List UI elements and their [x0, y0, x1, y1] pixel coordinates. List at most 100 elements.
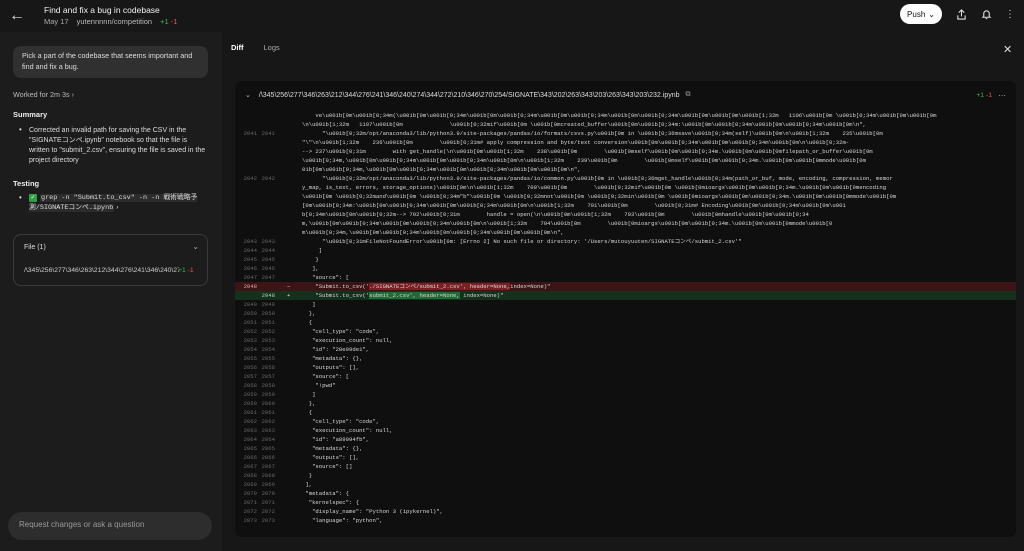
copy-icon[interactable]: ⧉ [686, 91, 691, 99]
close-icon[interactable]: ✕ [1003, 43, 1012, 56]
line-text: ] [302, 391, 316, 398]
file-card[interactable]: File (1) ⌄ /\345\256\277\346\263\212\344… [13, 234, 208, 286]
testing-bullet: • [19, 193, 22, 202]
changed-text-highlight: submit_2.csv', header=None, [369, 292, 460, 299]
file-card-counts: +1 -1 [178, 267, 194, 274]
line-text: 01b[0m\u001b[0;34m,\u001b[0m\u001b[0;34m… [302, 166, 581, 173]
file-card-name[interactable]: /\345\256\277\346\263\212\344\276\241\34… [24, 267, 179, 274]
diff-line: 2047 2047 "source": [ [235, 273, 1016, 282]
old-line-number: 2071 [243, 499, 257, 506]
diff-line: "\"\n\u001b[1;32m 236\u001b[0m \u001b[0;… [235, 138, 1016, 147]
new-line-number: 2069 [261, 481, 275, 488]
user-prompt: Pick a part of the codebase that seems i… [13, 46, 208, 78]
new-line-number: 2062 [261, 418, 275, 425]
new-line-number: 2056 [261, 364, 275, 371]
old-line-number: 2067 [243, 463, 257, 470]
line-text: "language": "python", [302, 517, 383, 524]
line-text: "!pwd" [302, 382, 336, 389]
diff-line: m,\u001b[0m\u001b[0;34m\u001b[0m\u001b[0… [235, 219, 1016, 228]
chevron-right-icon: › [116, 204, 119, 212]
diff-marker: − [287, 283, 291, 290]
line-text: "source": [ [302, 274, 349, 281]
old-line-number: 2072 [243, 508, 257, 515]
new-line-number: 2041 [261, 130, 275, 137]
line-text: "execution_count": null, [302, 337, 393, 344]
new-line-number: 2064 [261, 436, 275, 443]
chevron-down-icon[interactable]: ⌄ [245, 91, 251, 99]
diff-line: 2056 2056 "outputs": [], [235, 363, 1016, 372]
line-text: "\u001b[0;31mFileNotFoundError\u001b[0m:… [302, 238, 742, 245]
diff-line: 2043 2043 "\u001b[0;31mFileNotFoundError\… [235, 237, 1016, 246]
line-text: "kernelspec": { [302, 499, 360, 506]
tab-diff[interactable]: Diff [231, 43, 244, 52]
check-icon: ✓ [29, 194, 37, 202]
new-line-number: 2052 [261, 328, 275, 335]
task-additions: +1 [160, 16, 169, 26]
tab-logs[interactable]: Logs [264, 43, 280, 52]
worked-duration[interactable]: Worked for 2m 3s › [13, 90, 74, 99]
file-card-title: File (1) [24, 244, 46, 251]
testing-command[interactable]: grep -n "Submit.to_csv" -n -n 戦術戦略予測/SIG… [29, 194, 198, 213]
task-sidebar: Pick a part of the codebase that seems i… [0, 32, 222, 551]
new-line-number: 2063 [261, 427, 275, 434]
more-vertical-icon[interactable]: ⋮ [1002, 6, 1018, 22]
old-line-number: 2059 [243, 391, 257, 398]
old-line-number: 2046 [243, 265, 257, 272]
line-text: "\u001b[0;32m/opt/anaconda3/lib/python3.… [302, 175, 893, 182]
diff-line-removed: 2048 − "Submit.to_csv('./SIGNATEコンペ/submi… [235, 282, 1016, 291]
diff-line: 2064 2064 "id": "a89094fb", [235, 435, 1016, 444]
diff-line: 2071 2071 "kernelspec": { [235, 498, 1016, 507]
bell-icon[interactable] [978, 6, 994, 22]
line-text: --> 237\u001b[0;31m with get_handle(\n\u… [302, 148, 873, 155]
diff-line: 2045 2045 } [235, 255, 1016, 264]
more-horizontal-icon[interactable]: ⋯ [998, 91, 1006, 100]
task-meta: May 17 yutennnnn/competition +1 -1 [44, 16, 177, 27]
new-line-number: 2058 [261, 382, 275, 389]
line-text: [0m\u001b[0;34m:\u001b[0m\u001b[0;34m\u0… [302, 202, 846, 209]
old-line-number: 2069 [243, 481, 257, 488]
old-line-number: 2056 [243, 364, 257, 371]
diff-file-header[interactable]: ⌄ /\345\256\277\346\263\212\344\276\241\… [235, 81, 1016, 109]
new-line-number: 2060 [261, 400, 275, 407]
chevron-down-icon: ⌄ [928, 9, 935, 19]
diff-line: 2065 2065 "metadata": {}, [235, 444, 1016, 453]
line-text: "outputs": [], [302, 454, 360, 461]
new-line-number: 2047 [261, 274, 275, 281]
line-text: m\u001b[0;34m,\u001b[0m\u001b[0;34m\u001… [302, 229, 564, 236]
diff-line: 2053 2053 "execution_count": null, [235, 336, 1016, 345]
diff-line: ve\u001b[0m\u001b[0;34m(\u001b[0m\u001b[… [235, 111, 1016, 120]
new-line-number: 2049 [261, 301, 275, 308]
line-text: "cell_type": "code", [302, 328, 380, 335]
line-text: "display_name": "Python 3 (ipykernel)", [302, 508, 443, 515]
diff-additions: +1 [976, 91, 985, 99]
diff-line-added: 2048 + "Submit.to_csv('submit_2.csv', hea… [235, 291, 1016, 300]
line-text: y_map, is_text, errors, storage_options)… [302, 184, 887, 191]
diff-line: b[0;34m\u001b[0m\u001b[0;32m--> 702\u001… [235, 210, 1016, 219]
diff-line: 2062 2062 "cell_type": "code", [235, 417, 1016, 426]
diff-line: \n\u001b[1;32m 1107\u001b[0m \u001b[0;32… [235, 120, 1016, 129]
new-line-number: 2055 [261, 355, 275, 362]
old-line-number: 2073 [243, 517, 257, 524]
new-line-number: 2073 [261, 517, 275, 524]
summary-bullet: • [19, 125, 22, 134]
push-button[interactable]: Push ⌄ [900, 4, 942, 24]
line-text: ], [302, 265, 319, 272]
request-input[interactable]: Request changes or ask a question [8, 512, 212, 540]
old-line-number: 2047 [243, 274, 257, 281]
line-text: }, [302, 400, 316, 407]
old-line-number: 2042 [243, 175, 257, 182]
line-text: \u001b[0;34m,\u001b[0m\u001b[0;34m\u001b… [302, 157, 866, 164]
line-text: "source": [] [302, 463, 353, 470]
line-text: } [302, 472, 313, 479]
back-arrow-icon[interactable]: ← [0, 0, 34, 32]
diff-line: 2073 2073 "language": "python", [235, 516, 1016, 525]
share-icon[interactable] [953, 6, 969, 22]
diff-line: 2061 2061 { [235, 408, 1016, 417]
line-text: }, [302, 310, 316, 317]
chevron-down-icon[interactable]: ⌄ [192, 242, 199, 251]
diff-line: 2044 2044 ] [235, 246, 1016, 255]
new-line-number: 2057 [261, 373, 275, 380]
line-text: ] [302, 301, 316, 308]
old-line-number: 2043 [243, 238, 257, 245]
diff-line: 2067 2067 "source": [] [235, 462, 1016, 471]
